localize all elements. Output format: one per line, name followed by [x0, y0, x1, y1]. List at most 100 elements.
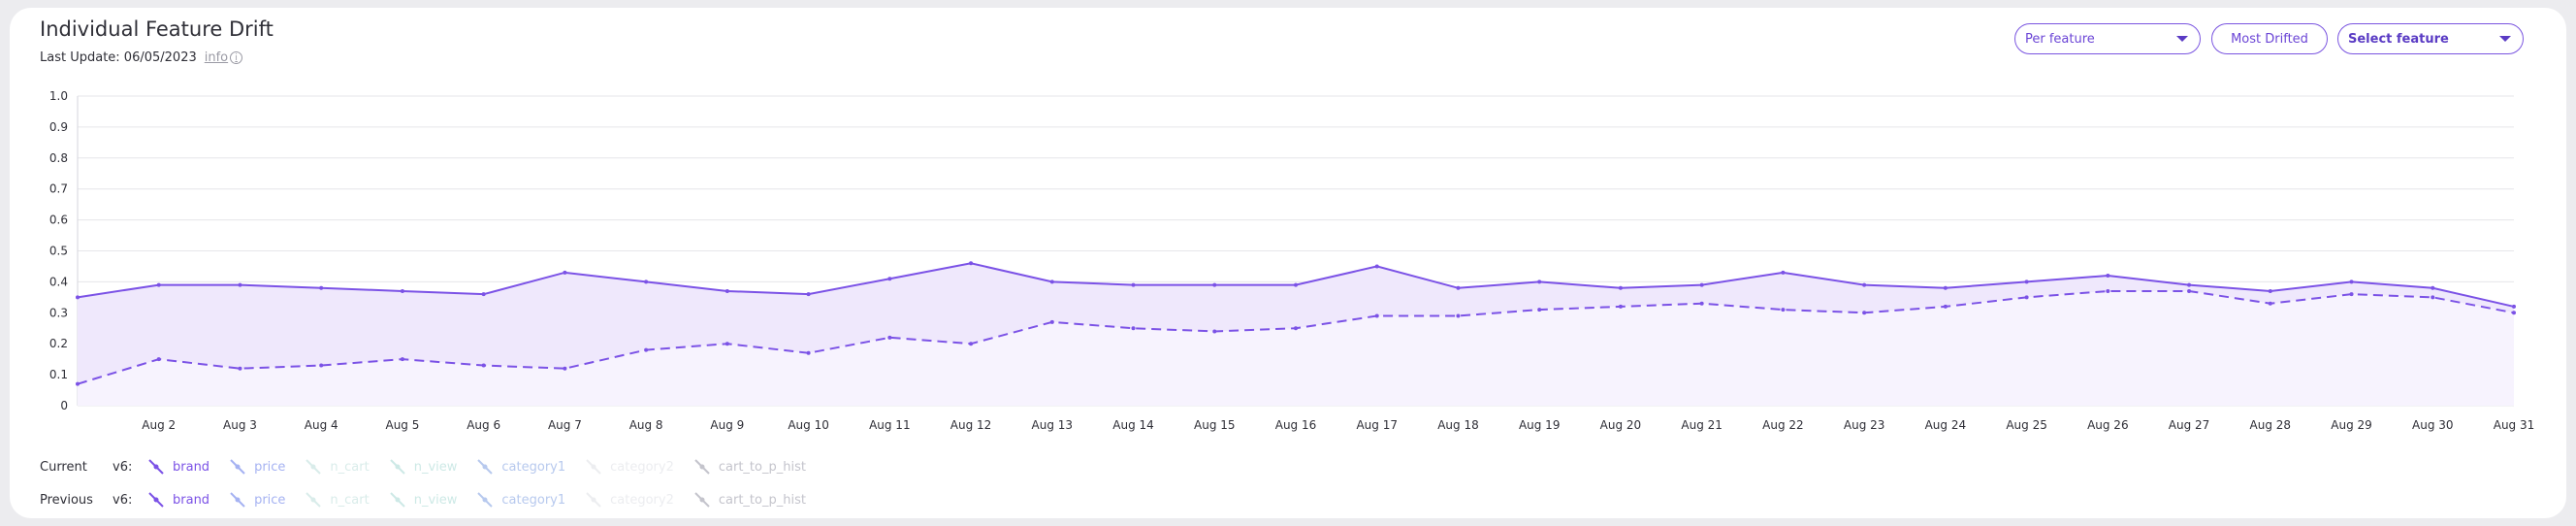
x-tick-label: Aug 18: [1437, 418, 1479, 432]
x-tick-label: Aug 24: [1925, 418, 1967, 432]
legend-feature-label: brand: [173, 492, 210, 508]
x-tick-label: Aug 22: [1762, 418, 1804, 432]
data-point-previous: [2349, 292, 2354, 297]
data-point-current: [2187, 282, 2192, 287]
legend-feature-toggle[interactable]: brand: [147, 491, 209, 509]
x-tick-label: Aug 13: [1032, 418, 1074, 432]
x-tick-label: Aug 3: [223, 418, 257, 432]
legend-feature-toggle[interactable]: n_cart: [305, 491, 370, 509]
y-tick-label: 0.8: [49, 151, 68, 165]
feature-line-icon: [694, 492, 710, 508]
data-point-current: [1618, 285, 1623, 290]
feature-line-icon: [306, 492, 322, 508]
feature-line-icon: [477, 492, 494, 508]
x-tick-label: Aug 27: [2169, 418, 2210, 432]
legend-feature-toggle[interactable]: n_view: [389, 458, 457, 476]
data-point-previous: [2431, 295, 2435, 300]
legend-row-current: Current v6: brand price n_cart n_view catego…: [40, 457, 825, 477]
data-point-previous: [238, 366, 242, 371]
data-point-previous: [1294, 326, 1298, 331]
x-tick-label: Aug 16: [1275, 418, 1317, 432]
legend-feature-label: category2: [610, 492, 674, 508]
x-tick-label: Aug 15: [1194, 418, 1236, 432]
x-tick-label: Aug 12: [950, 418, 992, 432]
data-point-current: [724, 288, 729, 293]
data-point-current: [969, 261, 974, 266]
data-point-previous: [1212, 329, 1217, 334]
data-point-current: [481, 292, 486, 297]
x-tick-label: Aug 5: [385, 418, 419, 432]
data-point-previous: [1781, 308, 1786, 312]
data-point-current: [806, 292, 811, 297]
legend-feature-label: category2: [610, 459, 674, 475]
data-point-current: [2106, 274, 2110, 279]
legend-feature-toggle[interactable]: category2: [585, 491, 674, 509]
legend-feature-toggle[interactable]: cart_to_p_hist: [693, 491, 806, 509]
data-point-previous: [1049, 319, 1054, 324]
data-point-previous: [156, 357, 161, 362]
data-point-current: [2024, 279, 2029, 284]
legend-feature-toggle[interactable]: n_cart: [305, 458, 370, 476]
y-tick-label: 0.7: [49, 182, 68, 196]
data-point-previous: [2512, 311, 2516, 315]
x-tick-label: Aug 8: [629, 418, 663, 432]
data-point-current: [319, 285, 324, 290]
data-point-current: [1862, 282, 1867, 287]
legend-feature-toggle[interactable]: brand: [147, 458, 209, 476]
x-tick-label: Aug 10: [788, 418, 829, 432]
x-tick-label: Aug 2: [142, 418, 176, 432]
y-tick-label: 1.0: [49, 89, 68, 103]
data-point-current: [2268, 288, 2272, 293]
x-tick-label: Aug 4: [305, 418, 338, 432]
feature-line-icon: [230, 459, 245, 475]
legend-feature-toggle[interactable]: category1: [476, 491, 565, 509]
legend-version: v6:: [113, 492, 133, 508]
legend-feature-toggle[interactable]: category2: [585, 458, 674, 476]
x-tick-label: Aug 28: [2250, 418, 2292, 432]
x-tick-label: Aug 29: [2331, 418, 2372, 432]
data-point-current: [1537, 279, 1542, 284]
legend-feature-toggle[interactable]: cart_to_p_hist: [693, 458, 806, 476]
legend-feature-label: n_cart: [330, 459, 370, 475]
data-point-previous: [319, 363, 324, 368]
legend-feature-label: brand: [173, 459, 210, 475]
data-point-previous: [2268, 301, 2272, 306]
feature-line-icon: [586, 492, 601, 508]
data-point-current: [238, 282, 242, 287]
data-point-current: [887, 277, 892, 281]
data-point-previous: [1862, 311, 1867, 315]
data-point-previous: [724, 342, 729, 346]
data-point-current: [1456, 285, 1461, 290]
x-tick-label: Aug 14: [1112, 418, 1154, 432]
data-point-current: [400, 288, 404, 293]
data-point-current: [1131, 282, 1136, 287]
y-tick-label: 0.9: [49, 120, 68, 134]
x-tick-label: Aug 17: [1356, 418, 1398, 432]
x-tick-label: Aug 20: [1600, 418, 1642, 432]
y-tick-label: 0.4: [49, 275, 68, 288]
legend-feature-label: category1: [501, 459, 566, 475]
data-point-previous: [2024, 295, 2029, 300]
x-tick-label: Aug 9: [710, 418, 744, 432]
data-point-previous: [1943, 304, 1948, 309]
feature-line-icon: [390, 492, 405, 508]
legend-version: v6:: [113, 459, 133, 475]
data-point-previous: [2187, 288, 2192, 293]
data-point-current: [1212, 282, 1217, 287]
x-tick-label: Aug 21: [1681, 418, 1723, 432]
legend-feature-toggle[interactable]: price: [229, 458, 285, 476]
feature-line-icon: [477, 459, 494, 475]
legend-feature-label: price: [254, 492, 286, 508]
data-point-current: [2512, 304, 2516, 309]
legend-feature-toggle[interactable]: n_view: [389, 491, 457, 509]
data-point-current: [1943, 285, 1948, 290]
data-point-previous: [1456, 313, 1461, 318]
legend-feature-toggle[interactable]: price: [229, 491, 285, 509]
y-tick-label: 0.1: [49, 368, 68, 381]
legend-feature-label: n_cart: [330, 492, 370, 508]
legend-feature-toggle[interactable]: category1: [476, 458, 565, 476]
legend-feature-label: price: [254, 459, 286, 475]
x-tick-label: Aug 30: [2412, 418, 2454, 432]
y-tick-label: 0: [60, 399, 68, 412]
y-tick-labels: 0 0.1 0.2 0.3 0.4 0.5 0.6 0.7 0.8 0.9 1.0: [49, 89, 68, 412]
